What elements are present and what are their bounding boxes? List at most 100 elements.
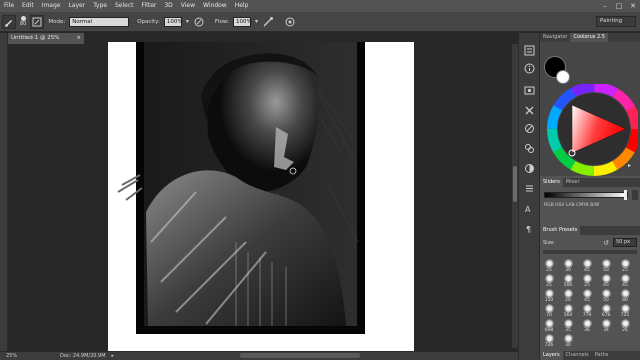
paragraph-icon[interactable]: ¶ xyxy=(522,221,537,236)
brush-preset-item[interactable]: 50 xyxy=(599,289,613,305)
tab-brush-presets[interactable]: Brush Presets xyxy=(540,226,581,235)
brush-preset-item[interactable]: 150 xyxy=(542,289,556,305)
value-slider[interactable] xyxy=(544,192,628,198)
brush-preset-item[interactable]: 25 xyxy=(618,259,632,275)
brush-tip-icon xyxy=(602,259,611,268)
brush-preset-icon[interactable] xyxy=(522,121,537,136)
close-window-button[interactable]: ✕ xyxy=(626,0,640,12)
minimize-button[interactable]: – xyxy=(598,0,612,12)
clone-source-icon[interactable] xyxy=(522,141,537,156)
document-tab[interactable]: Untitled-1 @ 25% (RGB/8) * × xyxy=(8,33,84,52)
menu-select[interactable]: Select xyxy=(111,0,138,12)
brush-preset-item[interactable]: 25 xyxy=(542,259,556,275)
menu-window[interactable]: Window xyxy=(199,0,231,12)
zoom-level[interactable]: 25% xyxy=(0,353,40,359)
value-slider-handle[interactable] xyxy=(624,190,627,200)
menu-filter[interactable]: Filter xyxy=(138,0,161,12)
wheel-options-icon[interactable]: ▸ xyxy=(628,162,631,169)
color-wheel[interactable] xyxy=(542,84,638,176)
navigator-icon[interactable] xyxy=(522,83,537,98)
brush-preset-item[interactable]: 50 xyxy=(599,259,613,275)
brush-preset-item[interactable]: 45 xyxy=(580,259,594,275)
opacity-field[interactable]: 100% xyxy=(163,16,183,27)
menu-file[interactable]: File xyxy=(0,0,18,12)
flow-field[interactable]: 100% xyxy=(232,16,252,27)
brush-preset-item[interactable]: 25 xyxy=(542,274,556,290)
horizontal-scroll-thumb[interactable] xyxy=(240,353,360,358)
menu-view[interactable]: View xyxy=(177,0,199,12)
brush-preset-size: 45 xyxy=(584,268,590,273)
mode-value: Normal xyxy=(72,18,93,25)
tools-cross-icon[interactable] xyxy=(522,103,537,118)
size-field[interactable]: 50 px xyxy=(613,238,637,247)
size-slider[interactable] xyxy=(543,250,637,254)
brush-preset-item[interactable]: 70 xyxy=(542,304,556,320)
menu-image[interactable]: Image xyxy=(38,0,65,12)
brush-size-picker[interactable]: 80 xyxy=(20,16,26,27)
brush-preset-item[interactable]: 20 xyxy=(561,289,575,305)
history-icon[interactable] xyxy=(522,43,537,58)
adjustments-icon[interactable] xyxy=(522,161,537,176)
brush-tip-icon xyxy=(583,274,592,283)
brush-preset-item[interactable]: 80 xyxy=(618,289,632,305)
tab-coolorus[interactable]: Coolorus 2.5 xyxy=(570,33,608,42)
brush-preset-item[interactable]: 35 xyxy=(561,319,575,335)
pressure-size-icon[interactable] xyxy=(284,16,296,28)
brush-preset-item[interactable]: 34 xyxy=(599,319,613,335)
brush-preset-item[interactable]: 500 xyxy=(561,274,575,290)
pressure-opacity-icon[interactable] xyxy=(193,16,205,28)
brush-preset-item[interactable]: 25 xyxy=(580,274,594,290)
airbrush-icon[interactable] xyxy=(262,16,274,28)
document-size-info[interactable]: Doc: 24.9M/20.9M xyxy=(40,353,106,359)
tab-mixer[interactable]: Mixer xyxy=(563,178,583,187)
brush-panel-toggle-button[interactable] xyxy=(30,14,45,29)
menu-edit[interactable]: Edit xyxy=(18,0,38,12)
brush-presets-grid: 25 30 45 50 25 25 500 25 45 45 150 20 45 50 80 70 564 779… xyxy=(542,259,638,351)
brush-preset-item[interactable]: 698 xyxy=(542,319,556,335)
brush-preset-item[interactable]: 725 xyxy=(618,304,632,320)
mode-dropdown[interactable]: Normal xyxy=(69,16,130,27)
brush-preset-item[interactable]: 726 xyxy=(542,334,556,350)
brush-preset-item[interactable]: 30 xyxy=(561,259,575,275)
menu-help[interactable]: Help xyxy=(231,0,253,12)
slider-value-box[interactable] xyxy=(632,190,638,200)
status-menu-arrow-icon[interactable]: ▸ xyxy=(112,353,115,359)
chevron-down-icon[interactable]: ▾ xyxy=(186,18,189,25)
menu-3d[interactable]: 3D xyxy=(160,0,176,12)
brush-preset-item[interactable]: 564 xyxy=(561,304,575,320)
menu-layer[interactable]: Layer xyxy=(64,0,89,12)
brush-preset-item[interactable]: 678 xyxy=(599,304,613,320)
coolorus-color-wheel-panel[interactable]: ▸ xyxy=(540,42,640,176)
painting-artwork[interactable] xyxy=(136,42,365,334)
brush-tool-preset-button[interactable] xyxy=(2,14,16,29)
workspace-dropdown[interactable]: Painting xyxy=(596,16,636,27)
reset-size-icon[interactable]: ↺ xyxy=(603,239,609,247)
chevron-down-icon[interactable]: ▾ xyxy=(255,18,258,25)
brush-preset-size: 779 xyxy=(582,313,592,318)
brush-preset-item[interactable]: 26 xyxy=(618,319,632,335)
tab-navigator[interactable]: Navigator xyxy=(540,33,570,42)
color-mode-switcher[interactable]: RGB HSV LAB CMYK B/W xyxy=(544,203,599,208)
brush-preset-item[interactable]: 45 xyxy=(618,274,632,290)
tab-paths[interactable]: Paths xyxy=(592,351,612,360)
maximize-button[interactable]: □ xyxy=(612,0,626,12)
tab-channels[interactable]: Channels xyxy=(563,351,592,360)
background-color-swatch[interactable] xyxy=(556,70,570,84)
brush-preset-item[interactable]: 779 xyxy=(580,304,594,320)
vertical-scroll-thumb[interactable] xyxy=(513,166,517,202)
brush-tip-icon xyxy=(564,319,573,328)
brush-preset-item[interactable]: 36 xyxy=(580,319,594,335)
menu-type[interactable]: Type xyxy=(89,0,111,12)
character-icon[interactable]: A xyxy=(522,201,537,216)
tools-panel-collapsed[interactable] xyxy=(0,33,8,351)
properties-icon[interactable] xyxy=(522,181,537,196)
tab-sliders[interactable]: Sliders xyxy=(540,178,563,187)
close-document-button[interactable]: × xyxy=(76,33,84,44)
brush-preset-size: 25 xyxy=(546,268,552,273)
brush-preset-item[interactable]: 45 xyxy=(599,274,613,290)
workspace-value: Painting xyxy=(600,18,623,24)
tab-layers[interactable]: Layers xyxy=(540,351,563,360)
brush-preset-item[interactable]: 45 xyxy=(580,289,594,305)
brush-preset-item[interactable]: 30 xyxy=(561,334,575,350)
info-icon[interactable] xyxy=(522,61,537,76)
